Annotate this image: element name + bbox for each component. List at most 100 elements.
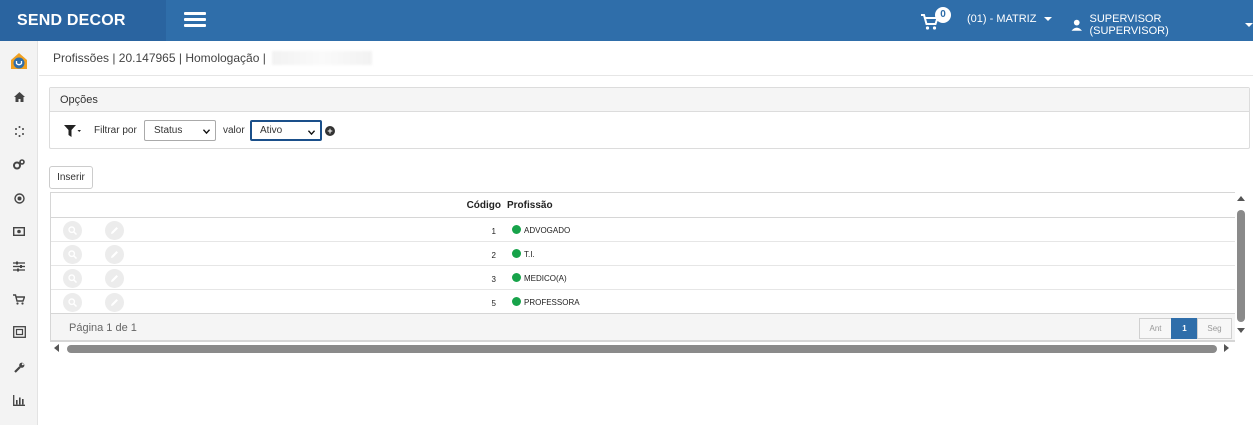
pencil-icon bbox=[111, 275, 118, 282]
scroll-left-arrow-icon[interactable] bbox=[54, 344, 59, 352]
value-label: valor bbox=[223, 125, 245, 136]
sidebar bbox=[0, 41, 38, 425]
table-header: Código Profissão bbox=[51, 193, 1235, 218]
filter-field-select[interactable]: Status bbox=[144, 120, 216, 141]
sidebar-item-money[interactable] bbox=[8, 221, 30, 241]
pagination-text: Página 1 de 1 bbox=[69, 322, 137, 334]
edit-button[interactable] bbox=[105, 293, 124, 312]
chevron-down-icon bbox=[1245, 23, 1253, 27]
cart-button[interactable]: 0 bbox=[920, 7, 954, 33]
view-button[interactable] bbox=[63, 293, 82, 312]
column-header-profession[interactable]: Profissão bbox=[507, 200, 553, 211]
edit-button[interactable] bbox=[105, 221, 124, 240]
logo-house-icon bbox=[11, 53, 27, 69]
filter-field-value: Status bbox=[154, 125, 183, 136]
cell-profession: MEDICO(A) bbox=[524, 274, 567, 283]
horizontal-scrollbar[interactable] bbox=[50, 342, 1235, 355]
company-label: (01) - MATRIZ bbox=[967, 13, 1037, 25]
user-menu[interactable]: SUPERVISOR (SUPERVISOR) bbox=[1071, 13, 1253, 37]
pencil-icon bbox=[111, 299, 118, 306]
sidebar-item-reports[interactable] bbox=[8, 390, 30, 410]
shopping-cart-icon bbox=[13, 293, 25, 305]
user-label: SUPERVISOR (SUPERVISOR) bbox=[1089, 13, 1169, 37]
current-page-button[interactable]: 1 bbox=[1171, 318, 1198, 339]
edit-button[interactable] bbox=[105, 245, 124, 264]
cell-profession: ADVOGADO bbox=[524, 226, 571, 235]
cell-code: 3 bbox=[491, 275, 496, 284]
edit-button[interactable] bbox=[105, 269, 124, 288]
sidebar-item-tools[interactable] bbox=[8, 357, 30, 377]
menu-toggle-icon[interactable] bbox=[184, 12, 206, 28]
bar-chart-icon bbox=[13, 394, 25, 406]
status-dot bbox=[512, 249, 521, 258]
sidebar-item-frame[interactable] bbox=[8, 322, 30, 342]
table-row[interactable]: 3 MEDICO(A) bbox=[51, 266, 1235, 290]
column-header-code[interactable]: Código bbox=[467, 200, 501, 211]
target-icon bbox=[13, 192, 25, 204]
horizontal-scroll-thumb[interactable] bbox=[67, 345, 1217, 353]
vertical-scroll-thumb[interactable] bbox=[1237, 210, 1245, 322]
search-icon bbox=[68, 298, 77, 307]
sidebar-item-sliders[interactable] bbox=[8, 256, 30, 276]
cell-code: 1 bbox=[491, 227, 496, 236]
scroll-down-arrow-icon[interactable] bbox=[1237, 328, 1245, 333]
chevron-down-icon bbox=[1044, 17, 1053, 21]
options-title: Opções bbox=[50, 88, 1249, 112]
search-icon bbox=[68, 226, 77, 235]
cart-count-badge: 0 bbox=[935, 7, 951, 23]
company-selector[interactable]: (01) - MATRIZ bbox=[967, 13, 1053, 25]
sidebar-item-logo[interactable] bbox=[8, 51, 30, 71]
scroll-up-arrow-icon[interactable] bbox=[1237, 196, 1245, 201]
scroll-right-arrow-icon[interactable] bbox=[1224, 344, 1229, 352]
home-icon bbox=[13, 92, 25, 102]
sidebar-item-target[interactable] bbox=[8, 188, 30, 208]
status-dot bbox=[512, 225, 521, 234]
pencil-icon bbox=[111, 227, 118, 234]
cell-profession: T.I. bbox=[524, 250, 535, 259]
sidebar-item-cart[interactable] bbox=[8, 289, 30, 309]
search-icon bbox=[68, 274, 77, 283]
top-bar: SEND DECOR 0 (01) - MATRIZ SUPERVISOR (S… bbox=[0, 0, 1253, 41]
status-dot bbox=[512, 297, 521, 306]
view-button[interactable] bbox=[63, 269, 82, 288]
table-row[interactable]: 1 ADVOGADO bbox=[51, 218, 1235, 242]
breadcrumb-text: Profissões | 20.147965 | Homologação | bbox=[53, 51, 266, 65]
options-panel: Opções Filtrar por Status valor Ativo + bbox=[49, 87, 1250, 149]
sidebar-item-settings[interactable] bbox=[8, 154, 30, 174]
sidebar-item-home[interactable] bbox=[8, 87, 30, 107]
pagination-bar: Página 1 de 1 Ant 1 Seg bbox=[50, 313, 1235, 341]
money-icon bbox=[13, 226, 25, 236]
breadcrumb: Profissões | 20.147965 | Homologação | bbox=[39, 41, 1253, 76]
prev-page-button[interactable]: Ant bbox=[1139, 318, 1172, 339]
cell-code: 5 bbox=[491, 299, 496, 308]
frame-icon bbox=[12, 326, 26, 338]
chevron-down-icon bbox=[308, 130, 315, 136]
filter-row: Filtrar por Status valor Ativo + bbox=[50, 112, 1249, 149]
filter-by-label: Filtrar por bbox=[94, 125, 137, 136]
sidebar-item-spinner[interactable] bbox=[8, 121, 30, 141]
next-page-button[interactable]: Seg bbox=[1197, 318, 1232, 339]
filter-menu-button[interactable] bbox=[64, 124, 82, 142]
filter-value-select[interactable]: Ativo bbox=[250, 120, 322, 141]
filter-value-value: Ativo bbox=[260, 125, 283, 136]
cell-code: 2 bbox=[491, 251, 496, 260]
vertical-scrollbar[interactable] bbox=[1235, 193, 1248, 338]
table-row[interactable]: 5 PROFESSORA bbox=[51, 290, 1235, 314]
pencil-icon bbox=[111, 251, 118, 258]
wrench-icon bbox=[13, 362, 24, 373]
spinner-icon bbox=[14, 125, 24, 137]
user-icon bbox=[1071, 19, 1083, 31]
view-button[interactable] bbox=[63, 221, 82, 240]
chevron-down-icon bbox=[203, 129, 210, 135]
add-filter-icon[interactable]: + bbox=[325, 126, 335, 136]
cell-profession: PROFESSORA bbox=[524, 298, 580, 307]
brand-logo[interactable]: SEND DECOR bbox=[0, 0, 166, 41]
gears-icon bbox=[13, 158, 25, 169]
filter-icon bbox=[64, 125, 81, 137]
view-button[interactable] bbox=[63, 245, 82, 264]
status-dot bbox=[512, 273, 521, 282]
blurred-region bbox=[271, 51, 372, 65]
table-row[interactable]: 2 T.I. bbox=[51, 242, 1235, 266]
sliders-icon bbox=[13, 261, 25, 271]
insert-button[interactable]: Inserir bbox=[49, 166, 93, 189]
